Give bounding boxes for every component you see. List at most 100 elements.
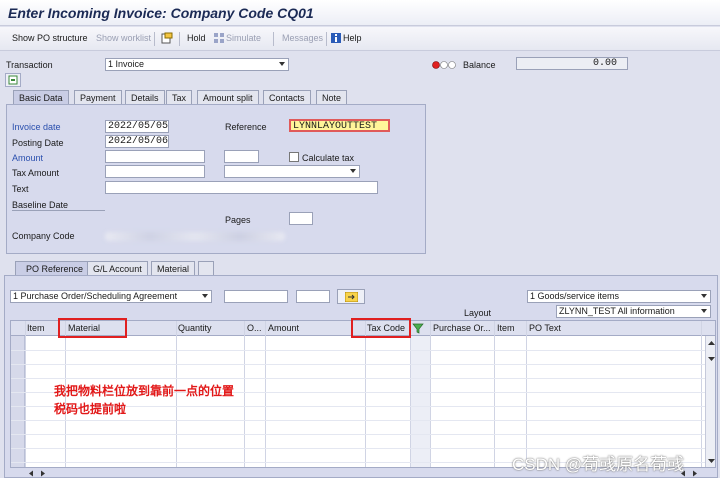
tab-basic-data[interactable]: Basic Data xyxy=(13,90,69,104)
grid-divider xyxy=(526,321,527,467)
reference-field[interactable]: LYNNLAYOUTTEST xyxy=(289,119,390,132)
column-po-item[interactable]: Item xyxy=(497,323,515,333)
scroll-down-icon[interactable] xyxy=(708,356,715,362)
posting-date-label: Posting Date xyxy=(12,138,64,148)
pages-label: Pages xyxy=(225,215,251,225)
calculate-tax-checkbox[interactable] xyxy=(289,152,299,162)
column-quantity[interactable]: Quantity xyxy=(178,323,212,333)
baseline-date-label: Baseline Date xyxy=(12,200,69,210)
table-row xyxy=(11,350,711,351)
simulate-button[interactable]: Simulate xyxy=(226,33,261,43)
annotation-line-2: 税码也提前啦 xyxy=(54,402,127,416)
tab-note[interactable]: Note xyxy=(316,90,348,104)
table-row xyxy=(11,434,711,435)
structure-icon[interactable] xyxy=(161,32,173,44)
transaction-value: 1 Invoice xyxy=(108,59,145,69)
material-highlight-box xyxy=(58,318,127,338)
page-title: Enter Incoming Invoice: Company Code CQ0… xyxy=(8,5,314,21)
tab-amount-split[interactable]: Amount split xyxy=(197,90,259,104)
toolbar-separator xyxy=(179,32,180,46)
chevron-down-icon xyxy=(701,309,707,313)
chevron-down-icon xyxy=(202,294,208,298)
show-worklist-button[interactable]: Show worklist xyxy=(96,33,151,43)
grid-divider xyxy=(365,321,366,467)
tab-empty xyxy=(198,261,214,275)
transaction-select[interactable]: 1 Invoice xyxy=(105,58,289,71)
layout-value: ZLYNN_TEST All information xyxy=(559,306,675,316)
amount-field[interactable] xyxy=(105,150,205,163)
transaction-label: Transaction xyxy=(6,60,53,70)
table-row xyxy=(11,364,711,365)
arrow-right-icon xyxy=(345,292,358,302)
table-row xyxy=(11,420,711,421)
grid-divider xyxy=(410,321,411,467)
title-bar: Enter Incoming Invoice: Company Code CQ0… xyxy=(0,0,720,26)
text-field[interactable] xyxy=(105,181,378,194)
column-purchase-order[interactable]: Purchase Or... xyxy=(433,323,491,333)
chevron-down-icon xyxy=(279,62,285,66)
chevron-down-icon xyxy=(350,169,356,173)
new-entry-button[interactable] xyxy=(5,73,21,87)
scroll-up-icon[interactable] xyxy=(708,340,715,346)
invoice-date-field[interactable]: 2022/05/05 xyxy=(105,120,169,133)
tab-material[interactable]: Material xyxy=(151,261,196,275)
grid-divider xyxy=(244,321,245,467)
tab-details[interactable]: Details xyxy=(125,90,165,104)
column-amount[interactable]: Amount xyxy=(268,323,299,333)
scroll-left-right-icon[interactable] xyxy=(28,470,48,477)
currency-field[interactable] xyxy=(224,150,259,163)
scroll-down-icon[interactable] xyxy=(708,458,715,464)
new-entry-icon xyxy=(8,75,18,85)
annotation-line-1: 我把物料栏位放到靠前一点的位置 xyxy=(54,384,235,398)
column-po-text[interactable]: PO Text xyxy=(529,323,561,333)
application-toolbar: Show PO structure Show worklist Hold Sim… xyxy=(0,27,720,51)
tax-code-select[interactable] xyxy=(224,165,360,178)
baseline-date-underline xyxy=(12,210,105,211)
calculate-tax-label: Calculate tax xyxy=(302,153,355,163)
tab-tax[interactable]: Tax xyxy=(166,90,193,104)
simulate-icon xyxy=(214,33,224,43)
po-item-field[interactable] xyxy=(296,290,330,303)
reference-label: Reference xyxy=(225,122,267,132)
toolbar-separator xyxy=(273,32,274,46)
layout-select[interactable]: ZLYNN_TEST All information xyxy=(556,305,711,318)
column-order-unit[interactable]: O... xyxy=(247,323,262,333)
po-number-field[interactable] xyxy=(224,290,288,303)
balance-field: 0.00 xyxy=(516,57,628,70)
grid-divider xyxy=(265,321,266,467)
filter-icon[interactable] xyxy=(412,323,424,334)
tax-amount-field[interactable] xyxy=(105,165,205,178)
tab-po-reference[interactable]: PO Reference xyxy=(15,261,93,275)
invoice-date-label: Invoice date xyxy=(12,122,61,132)
hold-button[interactable]: Hold xyxy=(187,33,206,43)
help-button[interactable]: Help xyxy=(343,33,362,43)
watermark: CSDN @荀彧原名荀彧 xyxy=(512,455,685,474)
table-row xyxy=(11,378,711,379)
tab-payment[interactable]: Payment xyxy=(74,90,122,104)
chevron-down-icon xyxy=(701,294,707,298)
show-po-structure-button[interactable]: Show PO structure xyxy=(12,33,88,43)
posting-date-field[interactable]: 2022/05/06 xyxy=(105,135,169,148)
pages-field[interactable] xyxy=(289,212,313,225)
goods-service-value: 1 Goods/service items xyxy=(530,291,620,301)
text-label: Text xyxy=(12,184,29,194)
traffic-light-icon xyxy=(432,61,456,69)
goods-service-select[interactable]: 1 Goods/service items xyxy=(527,290,711,303)
tab-contacts[interactable]: Contacts xyxy=(263,90,311,104)
column-item[interactable]: Item xyxy=(27,323,45,333)
grid-divider xyxy=(494,321,495,467)
toolbar-separator xyxy=(326,32,327,46)
reference-type-value: 1 Purchase Order/Scheduling Agreement xyxy=(13,291,178,301)
messages-button[interactable]: Messages xyxy=(282,33,323,43)
tab-gl-account[interactable]: G/L Account xyxy=(87,261,148,275)
company-code-label: Company Code xyxy=(12,231,75,241)
grid-divider xyxy=(701,321,702,467)
balance-label: Balance xyxy=(463,60,496,70)
reference-type-select[interactable]: 1 Purchase Order/Scheduling Agreement xyxy=(10,290,212,303)
toolbar-separator xyxy=(154,32,155,46)
grid-divider xyxy=(25,321,26,467)
company-code-blurred xyxy=(105,232,285,241)
vertical-scrollbar[interactable] xyxy=(705,336,715,467)
po-search-button[interactable] xyxy=(337,289,365,304)
table-row xyxy=(11,448,711,449)
